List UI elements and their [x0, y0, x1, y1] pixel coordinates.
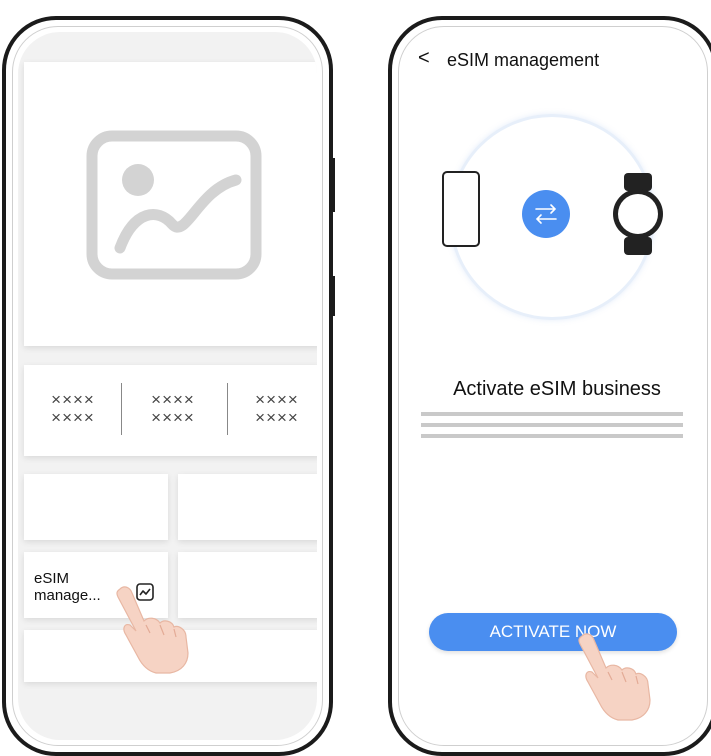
- watch-icon: [613, 173, 663, 255]
- back-button[interactable]: <: [418, 46, 430, 70]
- swap-arrows-icon: [535, 204, 557, 224]
- divider: [227, 383, 228, 435]
- stat-value: ××××: [151, 408, 195, 427]
- stat-cell: ×××× ××××: [128, 391, 218, 427]
- stat-value: ××××: [255, 390, 299, 409]
- service-tile[interactable]: [178, 474, 317, 540]
- phone-icon: [442, 171, 480, 247]
- phone-frame-right: < eSIM management Activate eSIM business…: [388, 16, 711, 756]
- page-title: eSIM management: [447, 50, 600, 70]
- esim-tile-label: eSIM manage...: [34, 570, 101, 604]
- stat-cell: ×××× ××××: [232, 391, 317, 427]
- stat-value: ××××: [51, 408, 95, 427]
- tap-hand-icon: [116, 586, 189, 674]
- stat-value: ××××: [255, 408, 299, 427]
- service-tile[interactable]: [178, 552, 317, 618]
- image-placeholder-icon: [86, 130, 262, 280]
- tap-hand-icon: [578, 633, 651, 721]
- description-line: [421, 412, 683, 416]
- description-line: [421, 423, 683, 427]
- stat-value: ××××: [151, 390, 195, 409]
- stats-card: ×××× ×××× ×××× ×××× ×××× ××××: [24, 365, 317, 456]
- activate-heading: Activate eSIM business: [453, 378, 661, 400]
- power-button: [331, 276, 335, 316]
- stat-value: ××××: [51, 390, 95, 409]
- image-placeholder-card[interactable]: [24, 62, 317, 346]
- volume-button: [331, 158, 335, 212]
- description-line: [421, 434, 683, 438]
- stat-cell: ×××× ××××: [28, 391, 118, 427]
- transfer-icon: [522, 190, 570, 238]
- service-tile[interactable]: [24, 474, 168, 540]
- divider: [121, 383, 122, 435]
